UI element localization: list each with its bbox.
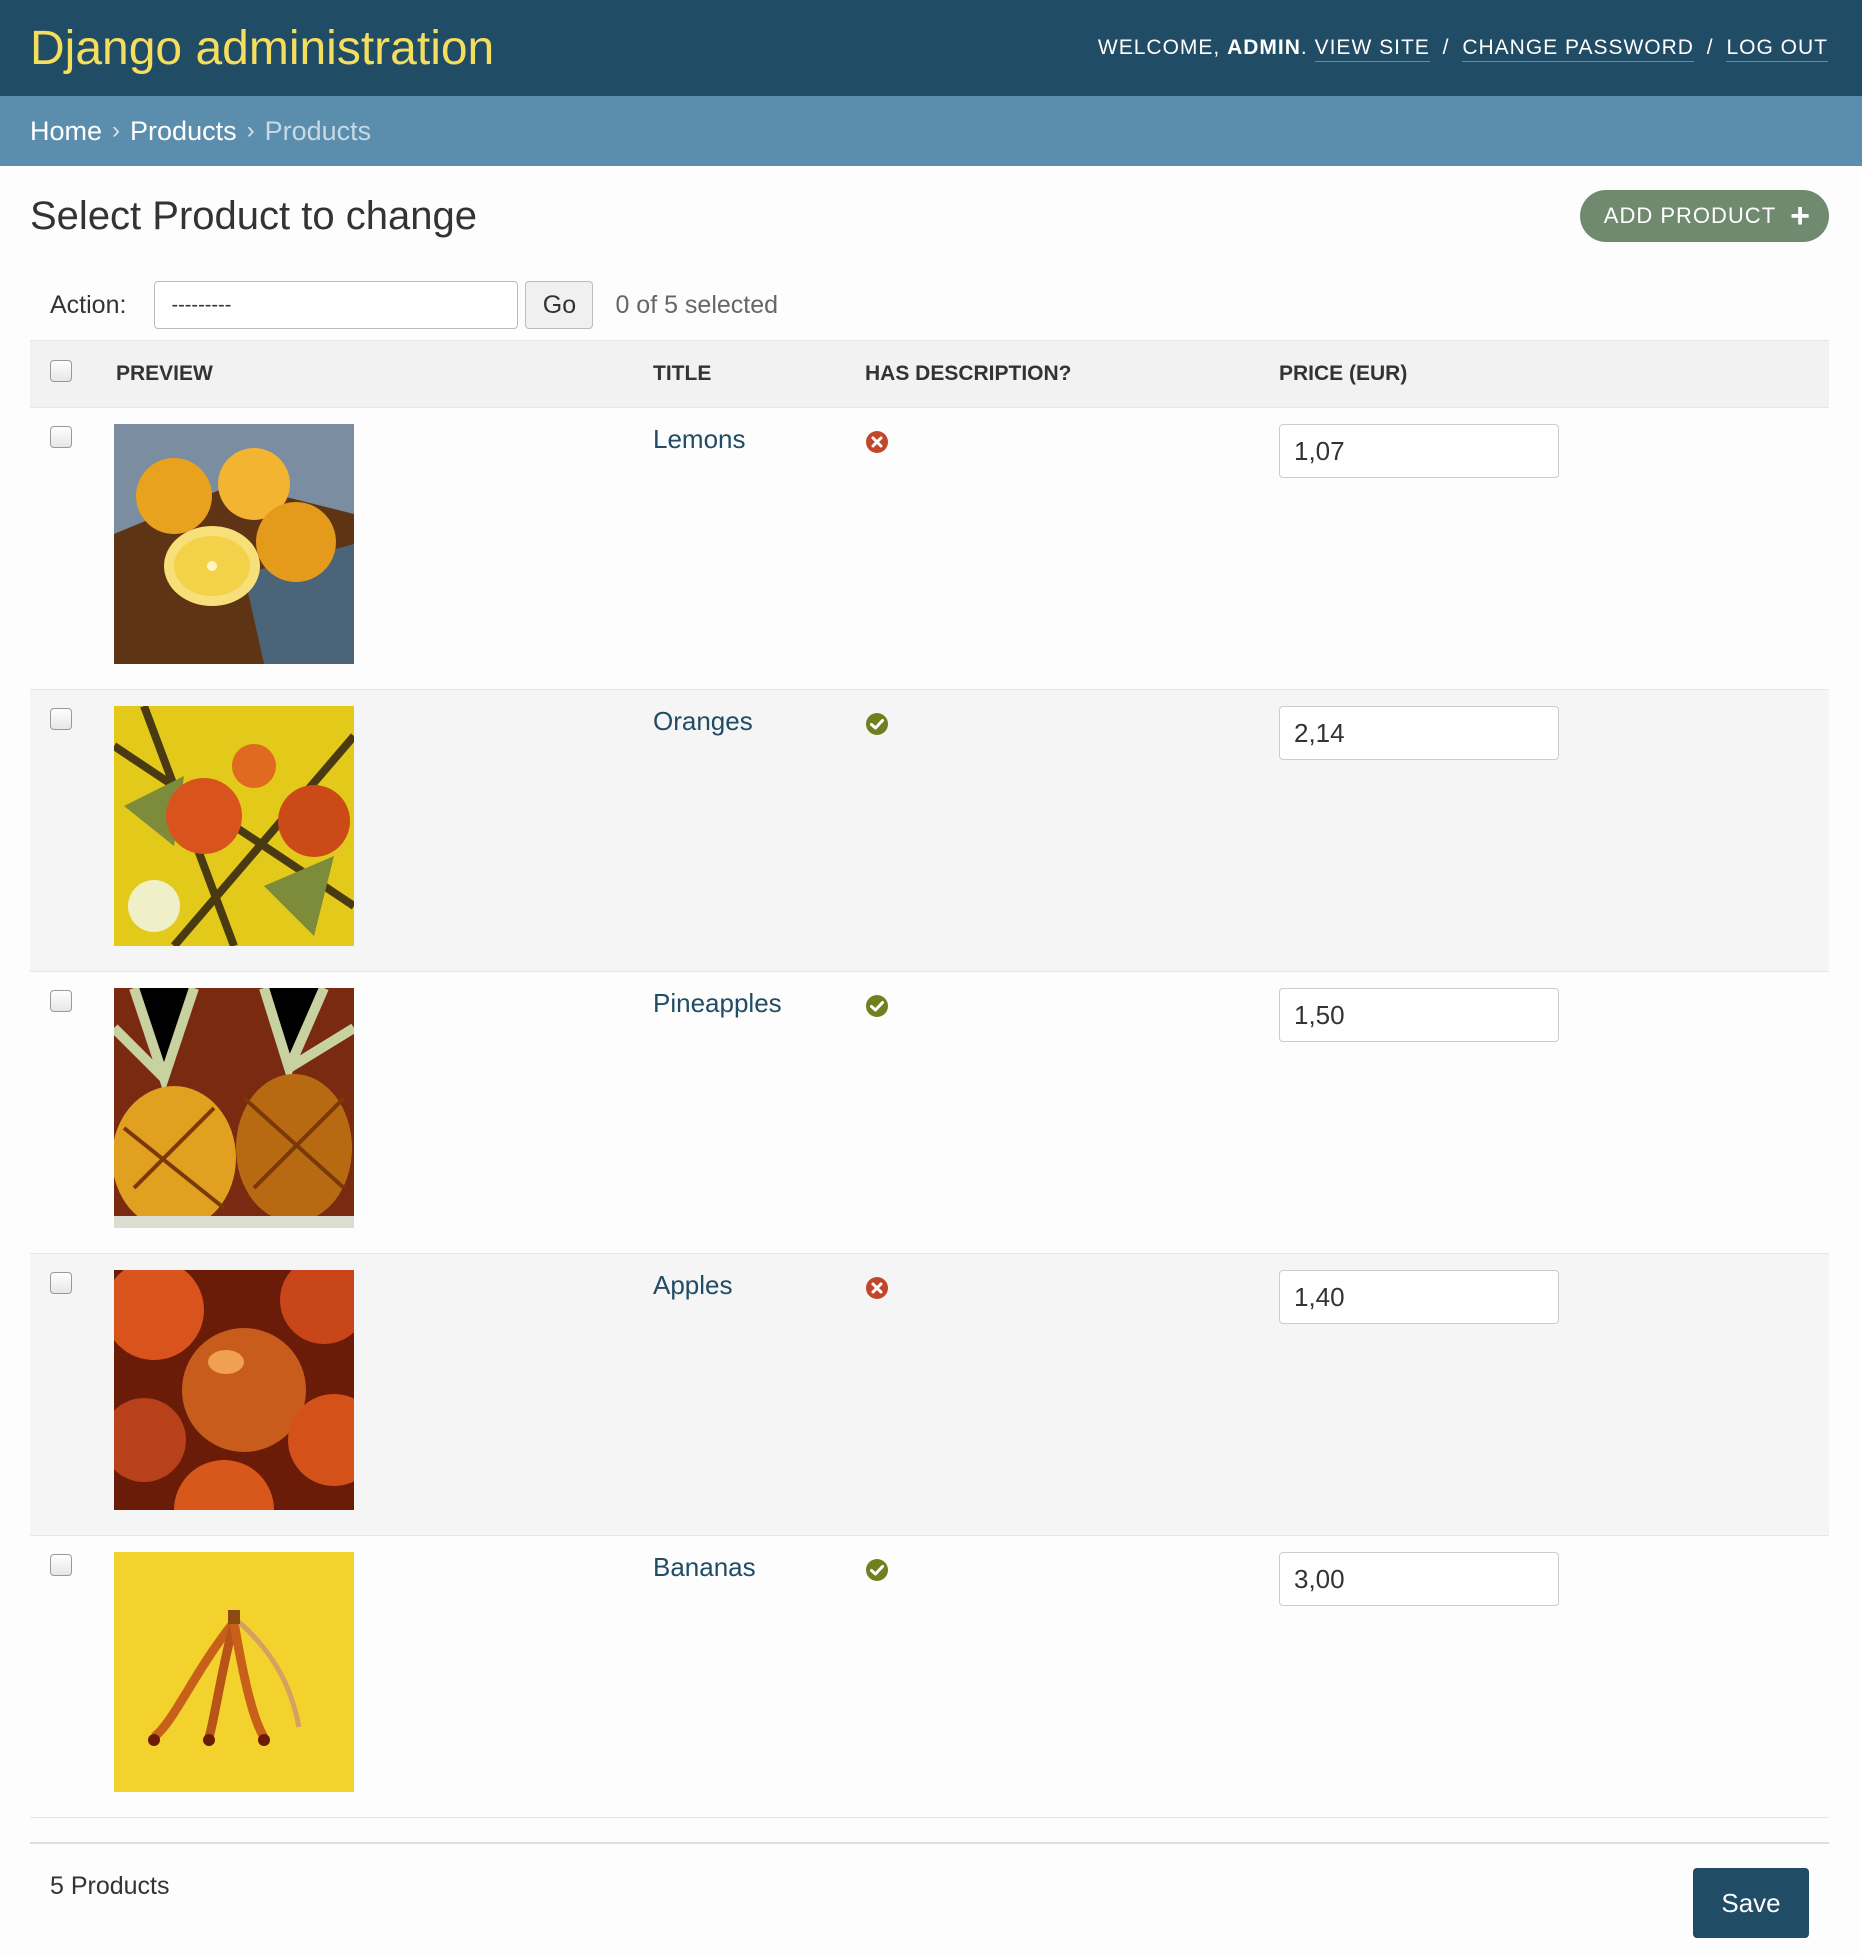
oranges-image bbox=[114, 706, 354, 946]
price-input[interactable] bbox=[1279, 1552, 1559, 1606]
preview-cell bbox=[112, 407, 653, 690]
price-input[interactable] bbox=[1279, 1270, 1559, 1324]
product-title-link[interactable]: Apples bbox=[653, 1270, 733, 1300]
preview-cell bbox=[112, 1253, 653, 1536]
table-row: Apples bbox=[30, 1253, 1829, 1536]
price-cell bbox=[1279, 1253, 1829, 1536]
go-button[interactable]: Go bbox=[525, 281, 594, 329]
table-row: Oranges bbox=[30, 689, 1829, 972]
header: Django administration WELCOME, ADMIN. VI… bbox=[0, 0, 1862, 96]
row-select-checkbox[interactable] bbox=[50, 1554, 72, 1576]
breadcrumb-separator: › bbox=[246, 117, 255, 144]
price-cell bbox=[1279, 407, 1829, 690]
pineapples-image bbox=[114, 988, 354, 1228]
x-circle-icon bbox=[866, 1277, 888, 1299]
row-select-cell bbox=[30, 1253, 112, 1536]
table-row: Bananas bbox=[30, 1535, 1829, 1818]
row-select-checkbox[interactable] bbox=[50, 708, 72, 730]
preview-cell bbox=[112, 971, 653, 1254]
has-description-cell bbox=[865, 407, 1279, 690]
row-select-checkbox[interactable] bbox=[50, 426, 72, 448]
apples-image bbox=[114, 1270, 354, 1510]
title-cell: Bananas bbox=[653, 1535, 865, 1818]
save-button[interactable]: Save bbox=[1693, 1868, 1809, 1938]
table-row: Pineapples bbox=[30, 971, 1829, 1254]
preview-cell bbox=[112, 1535, 653, 1818]
breadcrumb-separator: › bbox=[112, 117, 121, 144]
title-cell: Lemons bbox=[653, 407, 865, 690]
action-select[interactable]: --------- bbox=[154, 281, 519, 329]
selected-count: 0 of 5 selected bbox=[615, 290, 779, 319]
price-input[interactable] bbox=[1279, 988, 1559, 1042]
change-password-link[interactable]: CHANGE PASSWORD bbox=[1462, 36, 1694, 62]
select-all-header bbox=[30, 340, 112, 408]
breadcrumb: Home › Products › Products bbox=[0, 96, 1862, 166]
breadcrumb-current: Products bbox=[264, 115, 372, 146]
product-title-link[interactable]: Pineapples bbox=[653, 988, 782, 1018]
add-product-label: ADD PRODUCT bbox=[1603, 203, 1777, 228]
welcome-text: WELCOME, bbox=[1097, 36, 1221, 59]
user-tools: WELCOME, ADMIN. VIEW SITE / CHANGE PASSW… bbox=[1097, 36, 1828, 62]
select-all-checkbox[interactable] bbox=[50, 360, 72, 382]
breadcrumb-app-link[interactable]: Products bbox=[130, 116, 237, 147]
view-site-link[interactable]: VIEW SITE bbox=[1314, 36, 1430, 62]
price-cell bbox=[1279, 971, 1829, 1254]
table-header-row: PREVIEW TITLE HAS DESCRIPTION? PRICE (EU… bbox=[30, 340, 1829, 408]
price-cell bbox=[1279, 689, 1829, 972]
preview-cell bbox=[112, 689, 653, 972]
has-description-cell bbox=[865, 689, 1279, 972]
price-input[interactable] bbox=[1279, 424, 1559, 478]
product-title-link[interactable]: Oranges bbox=[653, 706, 753, 736]
main-content: Select Product to change ADD PRODUCT + A… bbox=[0, 166, 1862, 1954]
separator: / bbox=[1442, 36, 1450, 59]
row-select-cell bbox=[30, 971, 112, 1254]
check-circle-icon bbox=[866, 995, 888, 1017]
separator: / bbox=[1706, 36, 1714, 59]
title-cell: Oranges bbox=[653, 689, 865, 972]
breadcrumb-home-link[interactable]: Home bbox=[30, 116, 102, 147]
has-description-cell bbox=[865, 1253, 1279, 1536]
check-circle-icon bbox=[866, 1559, 888, 1581]
action-label: Action: bbox=[50, 290, 127, 319]
product-title-link[interactable]: Lemons bbox=[653, 424, 746, 454]
product-title-link[interactable]: Bananas bbox=[653, 1552, 756, 1582]
page-title: Select Product to change bbox=[30, 194, 477, 238]
title-column-header[interactable]: TITLE bbox=[653, 340, 865, 408]
has-description-cell bbox=[865, 1535, 1279, 1818]
actions-bar: Action: --------- Go 0 of 5 selected bbox=[30, 270, 1829, 340]
row-select-checkbox[interactable] bbox=[50, 1272, 72, 1294]
title-cell: Pineapples bbox=[653, 971, 865, 1254]
row-select-cell bbox=[30, 1535, 112, 1818]
row-select-cell bbox=[30, 689, 112, 972]
site-branding[interactable]: Django administration bbox=[30, 21, 494, 76]
check-circle-icon bbox=[866, 713, 888, 735]
add-product-button[interactable]: ADD PRODUCT + bbox=[1579, 190, 1829, 242]
price-cell bbox=[1279, 1535, 1829, 1818]
x-circle-icon bbox=[866, 431, 888, 453]
row-select-checkbox[interactable] bbox=[50, 990, 72, 1012]
welcome-suffix: . bbox=[1300, 36, 1308, 59]
has-description-column-header[interactable]: HAS DESCRIPTION? bbox=[865, 340, 1279, 408]
lemons-image bbox=[114, 424, 354, 664]
price-input[interactable] bbox=[1279, 706, 1559, 760]
row-select-cell bbox=[30, 407, 112, 690]
preview-column-header[interactable]: PREVIEW bbox=[112, 340, 653, 408]
table-row: Lemons bbox=[30, 407, 1829, 690]
changelist-footer: 5 Products Save bbox=[30, 1842, 1829, 1954]
title-row: Select Product to change ADD PRODUCT + bbox=[30, 166, 1829, 270]
result-count: 5 Products bbox=[50, 1872, 170, 1900]
bananas-image bbox=[114, 1552, 354, 1792]
title-cell: Apples bbox=[653, 1253, 865, 1536]
result-table: PREVIEW TITLE HAS DESCRIPTION? PRICE (EU… bbox=[30, 340, 1829, 1818]
user-name: ADMIN bbox=[1227, 36, 1301, 59]
price-column-header[interactable]: PRICE (EUR) bbox=[1279, 340, 1829, 408]
has-description-cell bbox=[865, 971, 1279, 1254]
plus-icon: + bbox=[1790, 197, 1811, 235]
log-out-link[interactable]: LOG OUT bbox=[1726, 36, 1828, 62]
